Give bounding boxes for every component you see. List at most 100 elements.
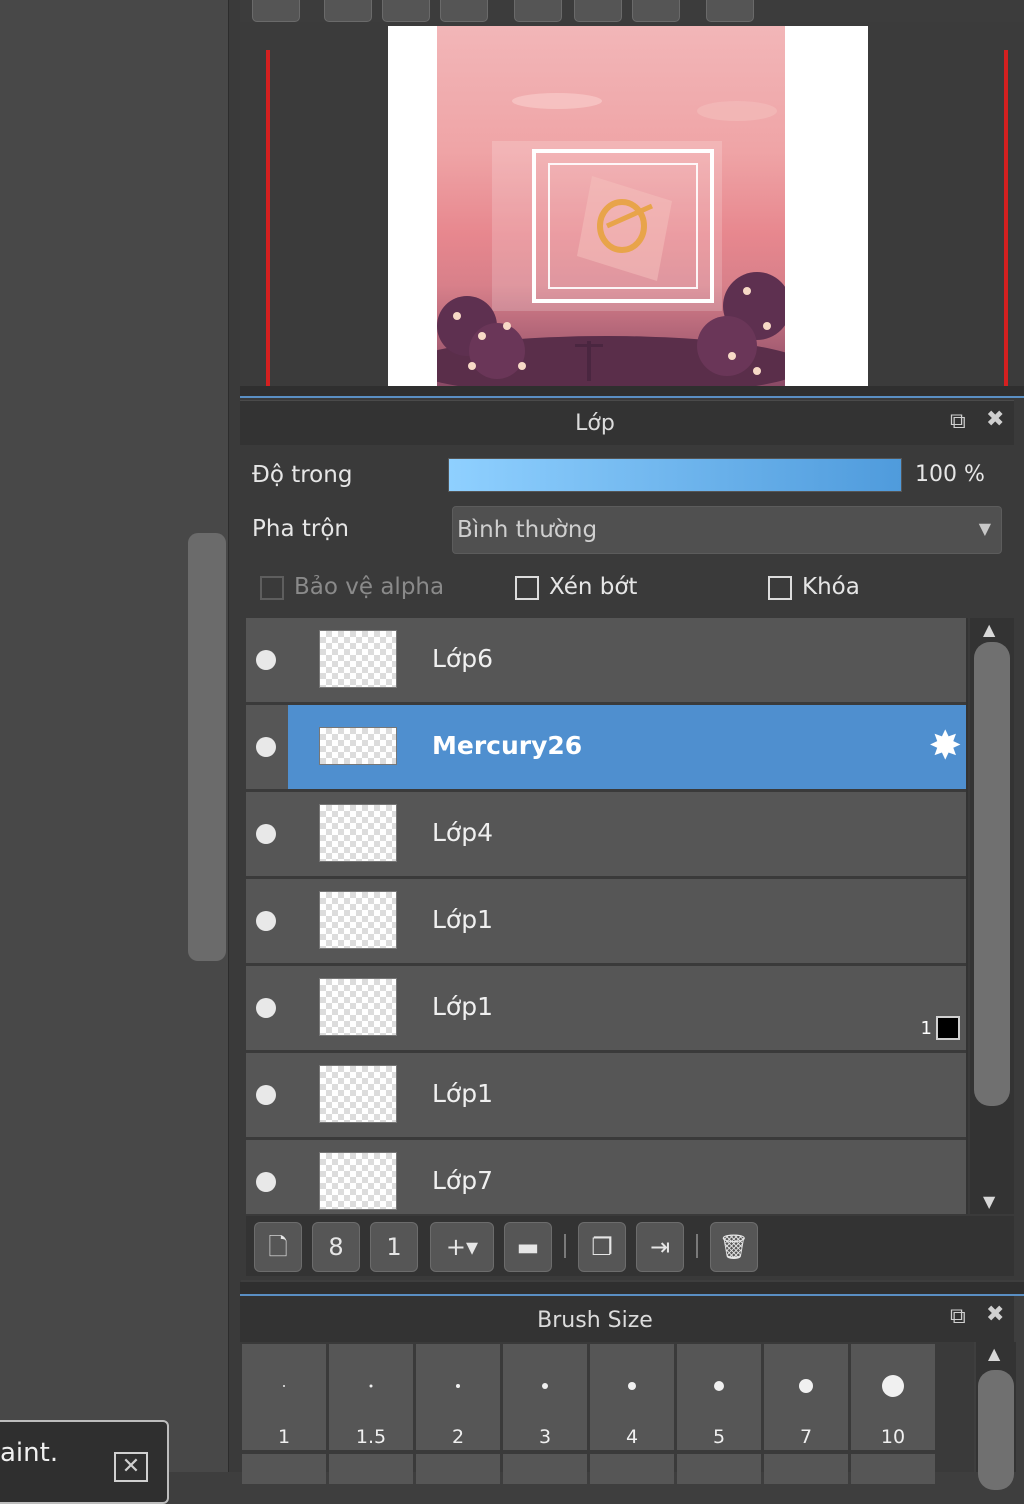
layer-list-scrollbar[interactable]: ▲ ▼ xyxy=(970,618,1014,1214)
canvas-border-right xyxy=(1004,50,1008,408)
visibility-icon[interactable] xyxy=(256,1172,276,1192)
brush-size-cell[interactable] xyxy=(329,1454,413,1484)
split-view-icon[interactable] xyxy=(706,0,754,22)
gear-icon[interactable]: ✸ xyxy=(928,723,962,769)
layer-row[interactable]: Lớp6 xyxy=(246,618,966,705)
canvas-scrollbar[interactable] xyxy=(188,533,226,961)
brush-dot xyxy=(369,1384,373,1388)
new-layer-icon[interactable]: 🗋 xyxy=(254,1222,302,1272)
visibility-icon[interactable] xyxy=(256,650,276,670)
notification-close-icon[interactable]: ✕ xyxy=(114,1452,148,1482)
rotate-right-icon[interactable] xyxy=(632,0,680,22)
navigator-toolbar xyxy=(240,0,1024,22)
brush-panel-title: Brush Size xyxy=(537,1308,653,1333)
duplicate-layer-icon[interactable]: ❐ xyxy=(578,1222,626,1272)
brush-size-cell[interactable]: 10 xyxy=(851,1344,935,1450)
layer-panel-title: Lớp xyxy=(575,411,615,436)
popout-icon[interactable]: ⧉ xyxy=(950,409,966,434)
scroll-up-icon[interactable]: ▲ xyxy=(988,1344,1000,1363)
visibility-icon[interactable] xyxy=(256,737,276,757)
brush-size-cell[interactable]: 2 xyxy=(416,1344,500,1450)
rotate-left-icon[interactable] xyxy=(514,0,562,22)
merge-layer-icon[interactable]: ⇥ xyxy=(636,1222,684,1272)
opacity-value: 100 % xyxy=(915,462,985,487)
zoom-in-icon[interactable] xyxy=(252,0,300,22)
alpha-protect-label: Bảo vệ alpha xyxy=(294,574,445,600)
layer-row-selected[interactable]: Mercury26 ✸ xyxy=(246,705,966,792)
zoom-out-icon[interactable] xyxy=(324,0,372,22)
folder-icon[interactable]: ▬ xyxy=(504,1222,552,1272)
opacity-slider[interactable] xyxy=(448,458,902,492)
toolbar-separator xyxy=(696,1234,698,1258)
lock-label: Khóa xyxy=(802,574,860,600)
close-icon[interactable]: ✖ xyxy=(986,1302,1004,1327)
brush-size-cell[interactable] xyxy=(416,1454,500,1484)
layer-name: Lớp1 xyxy=(432,1079,493,1108)
brush-size-cell[interactable]: 7 xyxy=(764,1344,848,1450)
brush-grid-scrollbar[interactable]: ▲ xyxy=(976,1342,1016,1490)
close-icon[interactable]: ✖ xyxy=(986,407,1004,432)
notification-text: aint. xyxy=(0,1438,59,1468)
brush-size-grid: 1 1.5 2 3 4 5 7 10 xyxy=(240,1342,974,1484)
layer-list[interactable]: Lớp6 Mercury26 ✸ Lớp4 Lớp1 Lớp1 1 Lớp1 L… xyxy=(246,618,968,1214)
chevron-down-icon: ▼ xyxy=(978,519,991,538)
brush-size-cell[interactable] xyxy=(242,1454,326,1484)
brush-size-cell[interactable]: 5 xyxy=(677,1344,761,1450)
lock-checkbox[interactable] xyxy=(768,576,792,600)
new-1bit-layer-icon[interactable]: 1 xyxy=(370,1222,418,1272)
navigator-artwork-preview xyxy=(437,26,785,386)
add-layer-menu-icon[interactable]: +▾ xyxy=(430,1222,494,1272)
popout-icon[interactable]: ⧉ xyxy=(950,1304,966,1329)
actual-size-icon[interactable] xyxy=(440,0,488,22)
brush-size-cell[interactable] xyxy=(503,1454,587,1484)
brush-size-cell[interactable]: 3 xyxy=(503,1344,587,1450)
layer-color-swatch xyxy=(936,1016,960,1040)
visibility-icon[interactable] xyxy=(256,911,276,931)
brush-size-cell[interactable]: 4 xyxy=(590,1344,674,1450)
scroll-down-icon[interactable]: ▼ xyxy=(983,1192,995,1211)
scrollbar-thumb[interactable] xyxy=(974,642,1010,1106)
delete-layer-icon[interactable]: 🗑 xyxy=(710,1222,758,1272)
brush-size-cell[interactable] xyxy=(764,1454,848,1484)
brush-size-label: 3 xyxy=(538,1426,552,1448)
layer-thumbnail xyxy=(319,804,397,862)
layer-row[interactable]: Lớp1 1 xyxy=(246,966,966,1053)
brush-dot xyxy=(628,1382,636,1390)
blend-mode-value: Bình thường xyxy=(457,517,598,543)
clip-count: 1 xyxy=(920,1018,932,1039)
flip-icon[interactable] xyxy=(574,0,622,22)
layer-row[interactable]: Lớp7 xyxy=(246,1140,966,1214)
scroll-up-icon[interactable]: ▲ xyxy=(983,620,995,639)
brush-size-cell[interactable] xyxy=(677,1454,761,1484)
blend-mode-label: Pha trộn xyxy=(252,516,349,542)
visibility-icon[interactable] xyxy=(256,998,276,1018)
visibility-icon[interactable] xyxy=(256,1085,276,1105)
new-8bit-layer-icon[interactable]: 8 xyxy=(312,1222,360,1272)
brush-dot xyxy=(799,1379,813,1393)
toolbar-separator xyxy=(564,1234,566,1258)
brush-dot xyxy=(542,1383,548,1389)
layer-row[interactable]: Lớp1 xyxy=(246,879,966,966)
layer-thumbnail xyxy=(319,978,397,1036)
brush-size-cell[interactable]: 1.5 xyxy=(329,1344,413,1450)
brush-size-cell[interactable] xyxy=(590,1454,674,1484)
scrollbar-thumb[interactable] xyxy=(978,1370,1014,1490)
visibility-icon[interactable] xyxy=(256,824,276,844)
brush-size-cell[interactable]: 1 xyxy=(242,1344,326,1450)
brush-size-label: 1.5 xyxy=(355,1426,387,1448)
brush-panel-edge xyxy=(240,1282,1024,1296)
layer-panel-titlebar[interactable]: Lớp ⧉ ✖ xyxy=(240,400,1014,445)
brush-dot xyxy=(882,1375,904,1397)
layer-name: Lớp1 xyxy=(432,905,493,934)
blend-mode-select[interactable]: Bình thường ▼ xyxy=(452,506,1002,554)
fit-icon[interactable] xyxy=(382,0,430,22)
layer-name: Mercury26 xyxy=(432,731,583,760)
layer-row[interactable]: Lớp4 xyxy=(246,792,966,879)
brush-dot xyxy=(714,1381,724,1391)
brush-size-cell[interactable] xyxy=(851,1454,935,1484)
brush-panel-titlebar[interactable]: Brush Size ⧉ ✖ xyxy=(240,1296,1014,1342)
clipping-checkbox[interactable] xyxy=(515,576,539,600)
layer-thumbnail xyxy=(319,1152,397,1210)
alpha-protect-checkbox[interactable] xyxy=(260,576,284,600)
layer-row[interactable]: Lớp1 xyxy=(246,1053,966,1140)
